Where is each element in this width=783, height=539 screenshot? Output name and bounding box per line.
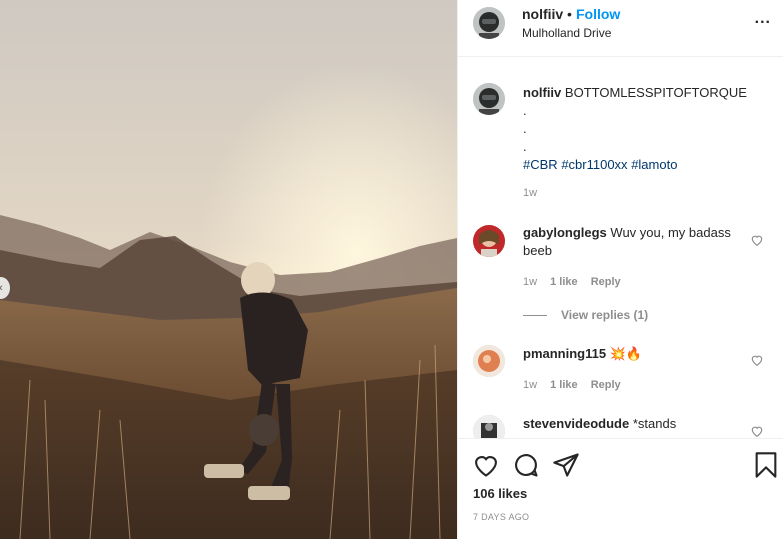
- caption-avatar[interactable]: [473, 83, 505, 115]
- post-sidebar: nolfiiv • Follow Mulholland Drive ... no…: [457, 0, 783, 539]
- post-timestamp[interactable]: 7 DAYS AGO: [473, 512, 529, 522]
- comment-username[interactable]: gabylonglegs: [523, 225, 607, 240]
- location-link[interactable]: Mulholland Drive: [522, 26, 611, 40]
- more-options-icon[interactable]: ...: [755, 10, 771, 28]
- comment-like-heart-icon[interactable]: [750, 233, 764, 247]
- heart-icon[interactable]: [472, 451, 500, 479]
- comment: pmanning115 💥🔥: [523, 345, 733, 363]
- share-icon[interactable]: [552, 451, 580, 479]
- caption-dot: .: [523, 139, 527, 154]
- comment-like-heart-icon[interactable]: [750, 353, 764, 367]
- caption: nolfiiv BOTTOMLESSPITOFTORQUE . . . #CBR…: [523, 84, 763, 174]
- commenter-avatar[interactable]: [473, 225, 505, 257]
- caption-username[interactable]: nolfiiv: [523, 85, 561, 100]
- post-header: nolfiiv • Follow Mulholland Drive ...: [458, 0, 783, 57]
- comment: gabylonglegs Wuv you, my badass beeb: [523, 224, 733, 260]
- reply-button[interactable]: Reply: [591, 276, 621, 288]
- comment-likes[interactable]: 1 like: [550, 276, 578, 288]
- comment-text: 💥🔥: [609, 346, 643, 361]
- hashtag-link[interactable]: #CBR: [523, 157, 558, 172]
- comment: stevenvideodude *stands: [523, 415, 733, 433]
- divider: [523, 315, 547, 317]
- reply-button[interactable]: Reply: [591, 379, 621, 391]
- view-replies-button[interactable]: View replies (1): [523, 308, 648, 322]
- comment-username[interactable]: stevenvideodude: [523, 416, 629, 431]
- comments-list[interactable]: nolfiiv BOTTOMLESSPITOFTORQUE . . . #CBR…: [458, 57, 783, 438]
- caption-text: BOTTOMLESSPITOFTORQUE: [564, 85, 747, 100]
- avatar[interactable]: [473, 7, 505, 39]
- commenter-avatar[interactable]: [473, 345, 505, 377]
- hashtag-link[interactable]: #cbr1100xx: [561, 157, 627, 172]
- comment-username[interactable]: pmanning115: [523, 346, 606, 361]
- chevron-left-icon: ‹: [0, 282, 3, 294]
- follow-button[interactable]: Follow: [576, 6, 620, 22]
- comment-meta: 1w 1 like Reply: [523, 379, 631, 391]
- comment-time[interactable]: 1w: [523, 276, 537, 288]
- bookmark-icon[interactable]: [752, 451, 780, 479]
- header-username[interactable]: nolfiiv: [522, 6, 563, 22]
- comment-meta: 1w 1 like Reply: [523, 276, 631, 288]
- commenter-avatar[interactable]: [473, 415, 505, 438]
- separator-dot: •: [567, 6, 572, 22]
- comment-likes[interactable]: 1 like: [550, 379, 578, 391]
- caption-dot: .: [523, 103, 527, 118]
- post-image: [0, 0, 457, 539]
- hashtag-link[interactable]: #lamoto: [631, 157, 677, 172]
- likes-count[interactable]: 106 likes: [473, 486, 527, 501]
- comment-time[interactable]: 1w: [523, 379, 537, 391]
- comment-text: *stands: [632, 416, 677, 431]
- post-photo[interactable]: ‹: [0, 0, 457, 539]
- caption-time[interactable]: 1w: [523, 187, 537, 199]
- caption-dot: .: [523, 121, 527, 136]
- comment-icon[interactable]: [512, 451, 540, 479]
- comment-like-heart-icon[interactable]: [750, 424, 764, 438]
- action-bar: 106 likes 7 DAYS AGO: [458, 438, 783, 539]
